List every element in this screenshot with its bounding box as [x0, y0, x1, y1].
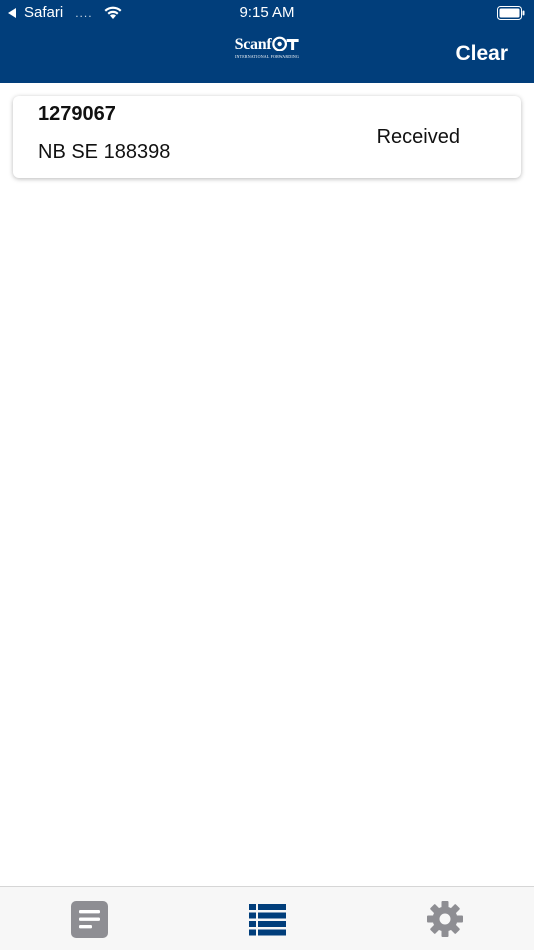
- tab-settings[interactable]: [425, 899, 465, 939]
- nav-bar: Scanf INTERNATIONAL FORWARDING Clear: [0, 26, 534, 83]
- app-screen: Safari .... 9:15 AM Scanf INTERNATIONAL …: [0, 0, 534, 950]
- battery-icon: [497, 6, 525, 20]
- shipment-id: 1279067: [38, 103, 116, 125]
- globe-icon: [271, 36, 299, 52]
- tab-documents[interactable]: [69, 899, 109, 939]
- logo-wordmark: Scanf: [235, 36, 300, 53]
- header: Safari .... 9:15 AM Scanf INTERNATIONAL …: [0, 0, 534, 83]
- tab-bar: [0, 886, 534, 950]
- shipment-reference: NB SE 188398: [38, 141, 171, 163]
- status-bar: Safari .... 9:15 AM: [0, 0, 534, 26]
- logo-subtitle: INTERNATIONAL FORWARDING: [234, 54, 300, 59]
- list-icon: [248, 903, 286, 935]
- shipment-card[interactable]: 1279067 NB SE 188398 Received: [13, 96, 521, 178]
- gear-icon: [427, 901, 463, 937]
- tab-list[interactable]: [247, 899, 287, 939]
- document-icon: [70, 900, 108, 938]
- shipment-status: Received: [376, 126, 460, 148]
- logo: Scanf INTERNATIONAL FORWARDING: [234, 36, 300, 60]
- clear-button[interactable]: Clear: [455, 42, 508, 66]
- clock: 9:15 AM: [239, 4, 295, 21]
